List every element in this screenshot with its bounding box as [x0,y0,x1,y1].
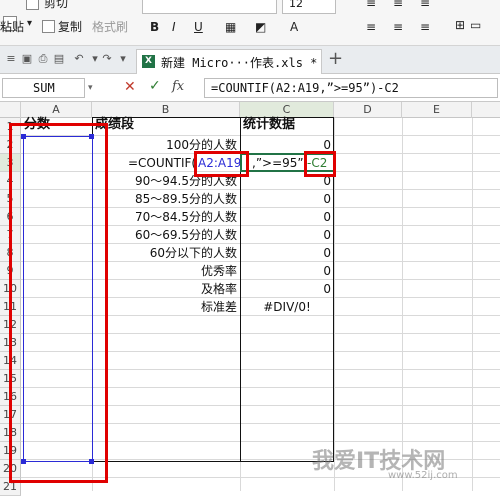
cell-b7[interactable]: 60～69.5分的人数 [92,226,240,244]
font-size-select[interactable]: 12 [282,0,336,14]
cell-b9[interactable]: 优秀率 [92,262,240,280]
cell-b8[interactable]: 60分以下的人数 [92,244,240,262]
document-tab[interactable]: X 新建 Micro···作表.xls * [136,49,322,74]
undo-icon[interactable]: ↶ [72,52,86,66]
cell-c11[interactable]: #DIV/0! [240,298,334,316]
grid-line [402,118,403,491]
insert-function-icon[interactable]: fx [172,79,184,94]
formula-bar: SUM ▾ ✕ ✓ fx =COUNTIF(A2:A19,”>=95”)-C2 [0,74,500,102]
save-icon[interactable]: ▣ [20,52,34,66]
cell-c6[interactable]: 0 [240,208,334,226]
paste-dropdown-icon[interactable]: ▾ [27,18,32,29]
ribbon: 剪切 粘贴 ▾ 复制 格式刷 12 B I U ▦ ◩ A ≡ ≡ ≡ ≡ ≡ … [0,0,500,46]
cell-c5[interactable]: 0 [240,190,334,208]
align-right-icon[interactable]: ≡ [420,20,430,34]
annotation-box-range-ref [194,151,249,177]
paste-button[interactable]: 粘贴 [0,18,24,35]
cell-b1[interactable]: 成绩段 [95,116,240,134]
annotation-box-column-a [9,123,108,483]
align-center-icon[interactable]: ≡ [393,20,403,34]
underline-icon[interactable]: U [194,20,203,34]
formula-input[interactable]: =COUNTIF(A2:A19,”>=95”)-C2 [204,78,498,98]
cell-b5[interactable]: 85～89.5分的人数 [92,190,240,208]
cell-c8[interactable]: 0 [240,244,334,262]
cell-c1[interactable]: 统计数据 [243,116,334,134]
align-left-icon[interactable]: ≡ [366,20,376,34]
confirm-icon[interactable]: ✓ [149,78,161,94]
merge-icon[interactable]: ⊞ [455,18,465,32]
print-preview-icon[interactable]: ▤ [52,52,66,66]
name-box[interactable]: SUM [2,78,85,98]
cell-c9[interactable]: 0 [240,262,334,280]
annotation-box-cell-ref [304,151,336,177]
cancel-icon[interactable]: ✕ [124,79,136,95]
app-menu-icon[interactable]: ≡ [4,52,18,66]
cell-b6[interactable]: 70～84.5分的人数 [92,208,240,226]
font-color-icon[interactable]: A [290,20,298,34]
format-painter-button[interactable]: 格式刷 [92,18,128,35]
grid-line [472,118,473,491]
cell-b11[interactable]: 标准差 [92,298,240,316]
align-top-icon[interactable]: ≡ [366,0,376,10]
copy-button[interactable]: 复制 [58,18,82,35]
watermark-url: www.52ij.com [388,470,458,481]
wrap-icon[interactable]: ▭ [470,18,481,32]
cell-c7[interactable]: 0 [240,226,334,244]
cell-b3-formula-prefix[interactable]: =COUNTIF( [128,154,198,172]
fill-color-icon[interactable]: ◩ [255,20,266,34]
cut-button[interactable]: 剪切 [44,0,68,11]
document-tab-label: 新建 Micro···作表.xls * [161,56,318,70]
copy-icon [42,20,55,33]
print-icon[interactable]: ⎙ [36,52,50,66]
cut-icon [26,0,39,10]
italic-icon[interactable]: I [172,20,176,34]
select-all-corner[interactable] [0,102,21,118]
redo-icon[interactable]: ↷ [100,52,114,66]
excel-file-icon: X [142,55,155,68]
bold-icon[interactable]: B [150,20,159,34]
align-middle-icon[interactable]: ≡ [393,0,403,10]
document-tab-bar: ≡ ▣ ⎙ ▤ ↶ ▾ ↷ ▾ X 新建 Micro···作表.xls * + [0,46,500,74]
name-box-dropdown-icon[interactable]: ▾ [88,83,93,93]
border-icon[interactable]: ▦ [225,20,236,34]
cell-b10[interactable]: 及格率 [92,280,240,298]
cell-c10[interactable]: 0 [240,280,334,298]
column-header-e[interactable]: E [402,102,472,118]
add-tab-button[interactable]: + [328,48,343,69]
column-header-d[interactable]: D [334,102,402,118]
quick-access-more-icon[interactable]: ▾ [116,52,130,66]
font-name-select[interactable] [142,0,277,14]
align-bottom-icon[interactable]: ≡ [420,0,430,10]
